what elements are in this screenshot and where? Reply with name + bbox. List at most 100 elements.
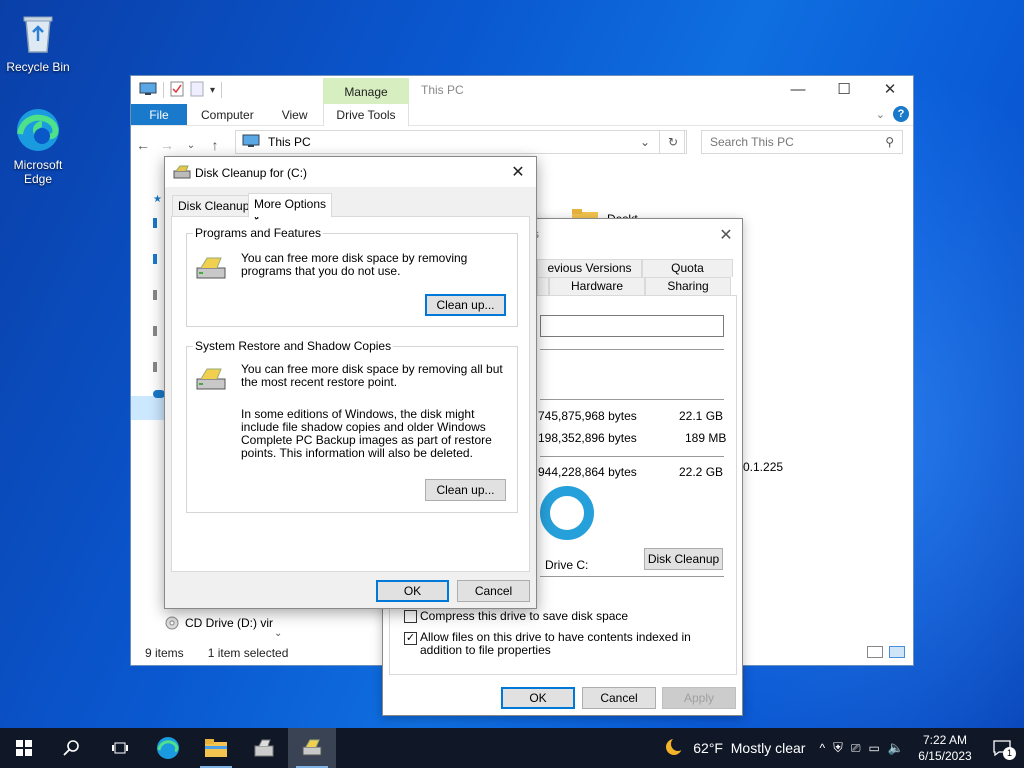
tab-file[interactable]: File — [131, 104, 187, 125]
programs-cleanup-button[interactable]: Clean up... — [425, 294, 506, 316]
sidebar-item[interactable] — [153, 326, 157, 336]
cleanup-drive-icon — [195, 367, 227, 396]
close-button[interactable]: ✕ — [508, 162, 528, 182]
programs-description: You can free more disk space by removing… — [241, 251, 468, 278]
sidebar-item[interactable] — [153, 218, 157, 228]
quick-access-toolbar: ▾ — [131, 81, 223, 100]
show-hidden-icons[interactable]: ^ — [819, 741, 825, 755]
help-icon[interactable]: ? — [893, 106, 909, 122]
security-icon[interactable]: ⛨ — [833, 740, 843, 756]
tab-disk-cleanup[interactable]: Disk Cleanup — [172, 195, 256, 216]
recent-locations-button[interactable]: ⌄ — [179, 140, 203, 151]
tab-hardware[interactable]: Hardware — [549, 277, 645, 295]
address-dropdown-icon[interactable]: ⌄ — [640, 135, 650, 149]
search-icon — [63, 740, 79, 756]
disk-cleanup-button[interactable]: Disk Cleanup — [644, 548, 723, 570]
sidebar-item[interactable] — [153, 290, 157, 300]
properties-icon[interactable] — [170, 81, 184, 100]
cleanup-drive-icon — [195, 256, 227, 285]
expand-ribbon-icon[interactable]: ⌄ — [876, 108, 885, 121]
desktop-icon-recycle-bin[interactable]: Recycle Bin — [0, 8, 76, 74]
this-pc-icon — [242, 134, 260, 151]
back-button[interactable]: ← — [131, 137, 155, 153]
programs-features-group: Programs and Features You can free more … — [186, 226, 518, 327]
large-icons-view-icon[interactable] — [889, 646, 905, 658]
up-button[interactable]: ↑ — [203, 137, 227, 153]
tab-previous-versions[interactable]: evious Versions — [537, 259, 642, 277]
used-space-bytes: 745,875,968 bytes — [538, 409, 637, 423]
windows-icon — [16, 740, 32, 756]
clock-time: 7:22 AM — [922, 733, 968, 747]
tab-manage[interactable]: Manage — [323, 78, 409, 106]
desktop-icon-edge[interactable]: Microsoft Edge — [0, 106, 76, 186]
explorer-titlebar: ▾ Manage This PC — ☐ ✕ — [131, 76, 913, 106]
refresh-button[interactable]: ↻ — [659, 130, 687, 154]
taskbar-app[interactable] — [240, 728, 288, 768]
disk-cleanup-dialog: Disk Cleanup for (C:) ✕ Disk Cleanup Mor… — [164, 156, 537, 609]
free-space-bytes: 198,352,896 bytes — [538, 431, 637, 445]
tab-computer[interactable]: Computer — [187, 104, 268, 125]
desktop-icon-label: Recycle Bin — [6, 60, 70, 74]
tab-drive-tools[interactable]: Drive Tools — [323, 104, 409, 126]
search-input[interactable]: Search This PC ⚲ — [701, 130, 903, 154]
ok-button[interactable]: OK — [376, 580, 449, 602]
restore-description: You can free more disk space by removing… — [241, 362, 503, 389]
taskbar-file-explorer[interactable] — [192, 728, 240, 768]
restore-description-extra: In some editions of Windows, the disk mi… — [241, 407, 492, 460]
details-view-icon[interactable] — [867, 646, 883, 658]
version-text: 0.1.225 — [743, 460, 784, 474]
search-button[interactable] — [48, 728, 96, 768]
taskbar-disk-cleanup[interactable] — [288, 728, 336, 768]
disk-usage-chart — [540, 486, 594, 540]
maximize-button[interactable]: ☐ — [821, 76, 867, 104]
address-bar[interactable]: This PC ⌄ — [235, 130, 685, 154]
customize-qa-icon[interactable]: ▾ — [210, 85, 215, 96]
cd-drive-item[interactable]: CD Drive (D:) vir — [165, 616, 273, 630]
status-selected: 1 item selected — [207, 646, 289, 660]
compress-checkbox[interactable] — [404, 610, 417, 623]
close-button[interactable]: ✕ — [867, 76, 913, 104]
meet-now-icon[interactable]: ⎚ — [851, 741, 861, 756]
system-tray: 62°F Mostly clear ^ ⛨ ⎚ ▭ 🔈 7:22 AM 6/15… — [663, 728, 1024, 768]
computer-icon[interactable] — [139, 82, 157, 99]
clock[interactable]: 7:22 AM 6/15/2023 — [910, 732, 980, 764]
new-folder-icon[interactable] — [190, 81, 204, 100]
capacity-gb: 22.2 GB — [679, 465, 724, 479]
index-checkbox[interactable]: ✓ — [404, 632, 417, 645]
network-icon[interactable]: ▭ — [868, 741, 879, 755]
minimize-button[interactable]: — — [775, 76, 821, 104]
forward-button[interactable]: → — [155, 137, 179, 153]
start-button[interactable] — [0, 728, 48, 768]
folder-icon — [205, 739, 227, 757]
tab-sharing[interactable]: Sharing — [645, 277, 731, 295]
weather-text[interactable]: 62°F Mostly clear — [693, 740, 805, 756]
dialog-titlebar: Disk Cleanup for (C:) ✕ — [165, 157, 536, 187]
sidebar-item[interactable] — [153, 362, 157, 372]
apply-button[interactable]: Apply — [662, 687, 736, 709]
tab-more-options[interactable]: More Options — [248, 193, 333, 217]
restore-cleanup-button[interactable]: Clean up... — [425, 479, 506, 501]
weather-icon[interactable] — [663, 736, 687, 761]
ribbon-help-area: ⌄ ? — [876, 106, 909, 122]
compress-label: Compress this drive to save disk space — [420, 609, 629, 623]
close-button[interactable]: ✕ — [716, 225, 736, 245]
sidebar-scroll-down-icon[interactable]: ⌄ — [274, 628, 282, 639]
volume-icon[interactable]: 🔈 — [888, 740, 904, 756]
tab-quota[interactable]: Quota — [642, 259, 733, 277]
tab-fragment[interactable] — [537, 277, 549, 295]
ribbon-tabs: File Computer View Drive Tools ⌄ ? — [131, 104, 913, 126]
sidebar-item[interactable] — [153, 254, 157, 264]
drive-name-field[interactable] — [540, 315, 724, 337]
cancel-button[interactable]: Cancel — [582, 687, 656, 709]
task-view-button[interactable] — [96, 728, 144, 768]
disk-cleanup-icon — [173, 165, 191, 182]
tab-view[interactable]: View — [268, 104, 322, 125]
notification-badge: 1 — [1003, 747, 1016, 760]
cancel-button[interactable]: Cancel — [457, 580, 530, 602]
system-restore-group: System Restore and Shadow Copies You can… — [186, 339, 518, 513]
edge-icon — [14, 106, 62, 154]
taskbar-edge[interactable] — [144, 728, 192, 768]
ok-button[interactable]: OK — [501, 687, 575, 709]
more-options-page: Programs and Features You can free more … — [171, 216, 530, 572]
notification-center-button[interactable]: 1 — [980, 728, 1024, 768]
